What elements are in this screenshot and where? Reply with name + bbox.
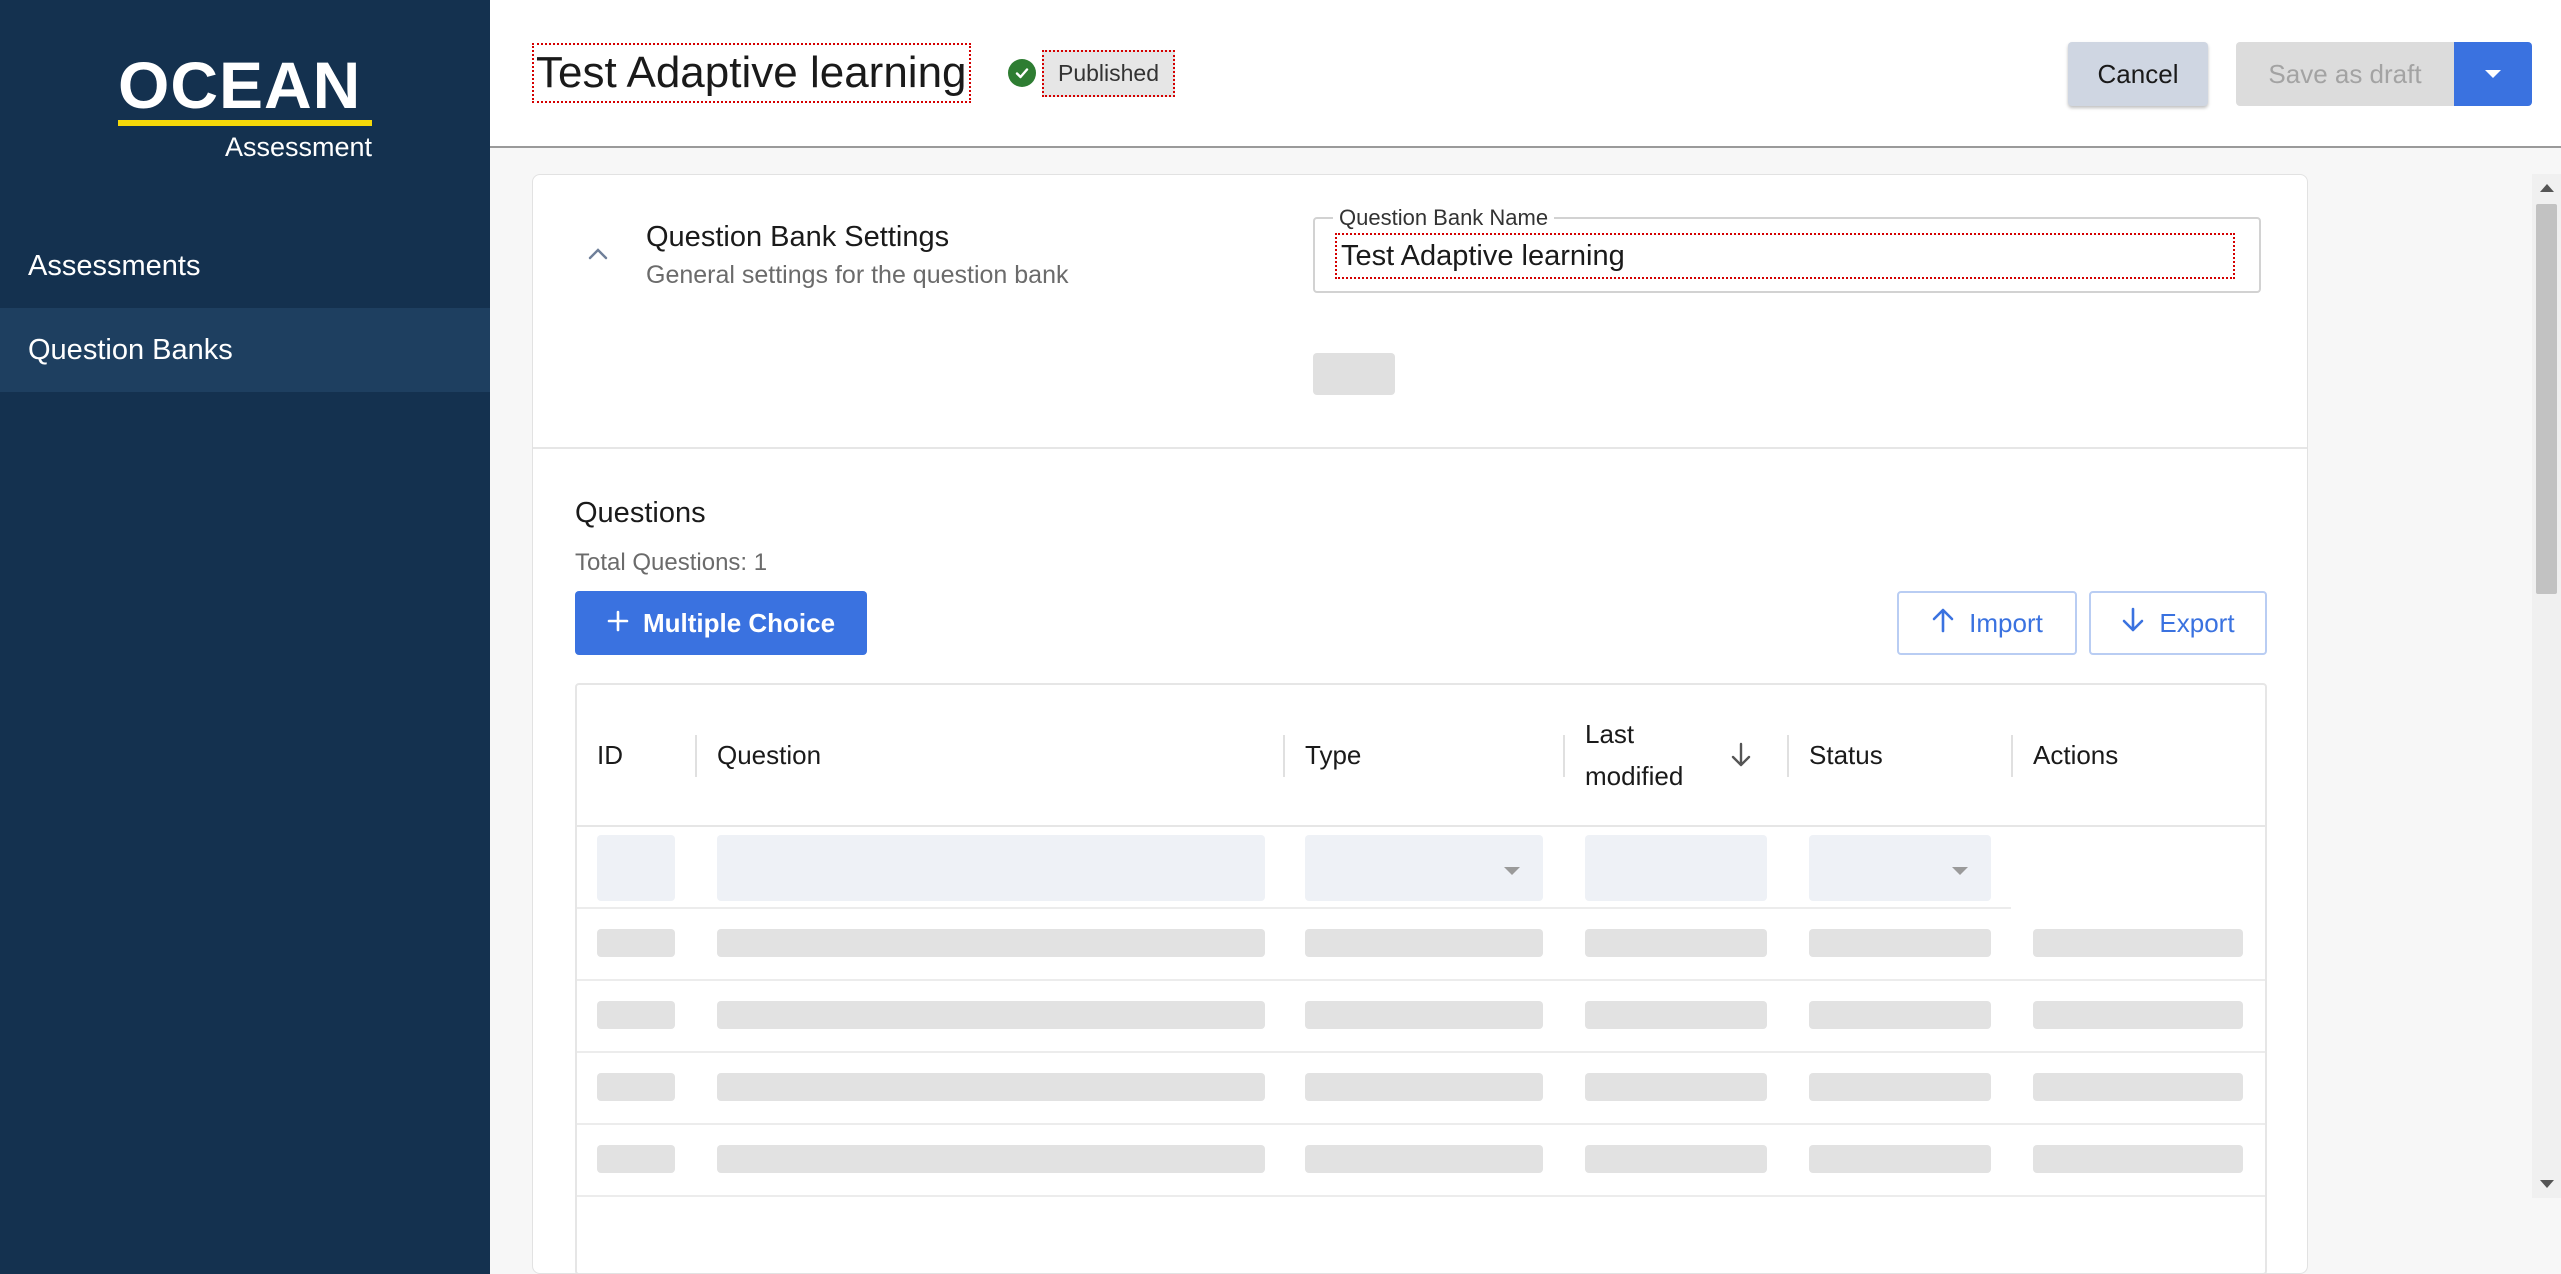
ocean-assessment-logo[interactable]: OCEAN Assessment — [118, 52, 372, 163]
loading-placeholder — [2033, 1001, 2243, 1029]
row-divider — [577, 907, 2011, 909]
status-filter-select[interactable] — [1809, 835, 1991, 901]
sidebar-item-assessments[interactable]: Assessments — [0, 224, 490, 308]
save-options-dropdown-button[interactable] — [2454, 42, 2532, 106]
question-bank-name-field: Question Bank Name — [1313, 205, 2261, 293]
vertical-scrollbar[interactable] — [2532, 174, 2561, 1198]
loading-placeholder — [717, 1145, 1265, 1173]
column-separator[interactable] — [2011, 735, 2013, 777]
caret-down-icon — [2484, 67, 2502, 82]
question-bank-name-input[interactable] — [1335, 233, 2235, 279]
loading-placeholder — [1585, 1073, 1767, 1101]
loading-placeholder — [1313, 353, 1395, 395]
column-header-type[interactable]: Type — [1305, 685, 1361, 825]
column-header-id[interactable]: ID — [597, 685, 623, 825]
loading-placeholder — [597, 1001, 675, 1029]
chevron-up-icon[interactable] — [583, 239, 613, 269]
column-header-last-modified[interactable]: Last modified — [1585, 685, 1695, 825]
sort-descending-icon[interactable] — [1729, 741, 1753, 774]
arrow-up-icon — [1931, 607, 1955, 640]
sidebar-item-question-banks[interactable]: Question Banks — [0, 308, 490, 392]
loading-placeholder — [717, 1001, 1265, 1029]
questions-total: Total Questions: 1 — [575, 549, 768, 576]
loading-placeholder — [1305, 1073, 1543, 1101]
loading-placeholder — [597, 1073, 675, 1101]
column-header-status[interactable]: Status — [1809, 685, 1883, 825]
page-header: Test Adaptive learning Published Cancel … — [490, 0, 2561, 148]
settings-title: Question Bank Settings — [646, 221, 950, 253]
loading-placeholder — [2033, 1145, 2243, 1173]
status-indicator: Published — [1008, 48, 1176, 98]
arrow-down-icon — [2121, 607, 2145, 640]
add-multiple-choice-button[interactable]: Multiple Choice — [575, 591, 867, 655]
question-bank-name-label: Question Bank Name — [1333, 205, 1555, 231]
column-separator[interactable] — [1283, 735, 1285, 777]
question-filter-input[interactable] — [717, 835, 1265, 901]
loading-placeholder — [1305, 1145, 1543, 1173]
export-label: Export — [2159, 607, 2235, 638]
loading-placeholder — [1809, 1001, 1991, 1029]
caret-down-icon — [1503, 863, 1521, 881]
sidebar: OCEAN Assessment Assessments Question Ba… — [0, 0, 490, 1274]
scroll-down-arrow-icon[interactable] — [2540, 1180, 2554, 1188]
column-separator[interactable] — [1563, 735, 1565, 777]
cancel-button[interactable]: Cancel — [2068, 42, 2208, 106]
loading-placeholder — [717, 1073, 1265, 1101]
section-divider — [533, 447, 2307, 449]
scrollbar-thumb[interactable] — [2536, 204, 2557, 594]
questions-title: Questions — [575, 497, 706, 529]
loading-placeholder — [597, 929, 675, 957]
column-header-last-modified-label: Last modified — [1585, 719, 1684, 791]
page-title: Test Adaptive learning — [532, 43, 971, 103]
column-separator[interactable] — [695, 735, 697, 777]
logo-wordmark: OCEAN — [118, 48, 362, 122]
caret-down-icon — [1951, 863, 1969, 881]
status-badge: Published — [1042, 49, 1176, 97]
sidebar-nav: Assessments Question Banks — [0, 224, 490, 392]
questions-table: ID Question Type Last modified Status Ac… — [575, 683, 2267, 1273]
loading-placeholder — [597, 1145, 675, 1173]
column-header-question[interactable]: Question — [717, 685, 821, 825]
loading-placeholder — [1809, 1073, 1991, 1101]
loading-placeholder — [1809, 1145, 1991, 1173]
row-divider — [577, 1123, 2265, 1125]
plus-icon — [607, 608, 629, 639]
id-filter-input[interactable] — [597, 835, 675, 901]
loading-placeholder — [2033, 1073, 2243, 1101]
row-divider — [577, 1195, 2265, 1197]
import-button[interactable]: Import — [1897, 591, 2077, 655]
loading-placeholder — [1305, 1001, 1543, 1029]
export-button[interactable]: Export — [2089, 591, 2267, 655]
scroll-up-arrow-icon[interactable] — [2540, 184, 2554, 192]
settings-subtitle: General settings for the question bank — [646, 261, 1069, 289]
row-divider — [577, 979, 2265, 981]
add-multiple-choice-label: Multiple Choice — [642, 607, 836, 638]
loading-placeholder — [1809, 929, 1991, 957]
loading-placeholder — [2033, 929, 2243, 957]
loading-placeholder — [1585, 1145, 1767, 1173]
column-header-actions: Actions — [2033, 739, 2119, 770]
loading-placeholder — [717, 929, 1265, 957]
row-divider — [577, 1051, 2265, 1053]
column-separator[interactable] — [1787, 735, 1789, 777]
question-bank-card: Question Bank Settings General settings … — [532, 174, 2308, 1274]
save-as-draft-button[interactable]: Save as draft — [2236, 42, 2454, 106]
loading-placeholder — [1305, 929, 1543, 957]
import-label: Import — [1969, 607, 2043, 638]
logo-subtitle: Assessment — [224, 132, 372, 162]
type-filter-select[interactable] — [1305, 835, 1543, 901]
last-modified-filter-input[interactable] — [1585, 835, 1767, 901]
loading-placeholder — [1585, 1001, 1767, 1029]
header-border — [577, 825, 2265, 827]
loading-placeholder — [1585, 929, 1767, 957]
check-circle-icon — [1008, 59, 1036, 87]
